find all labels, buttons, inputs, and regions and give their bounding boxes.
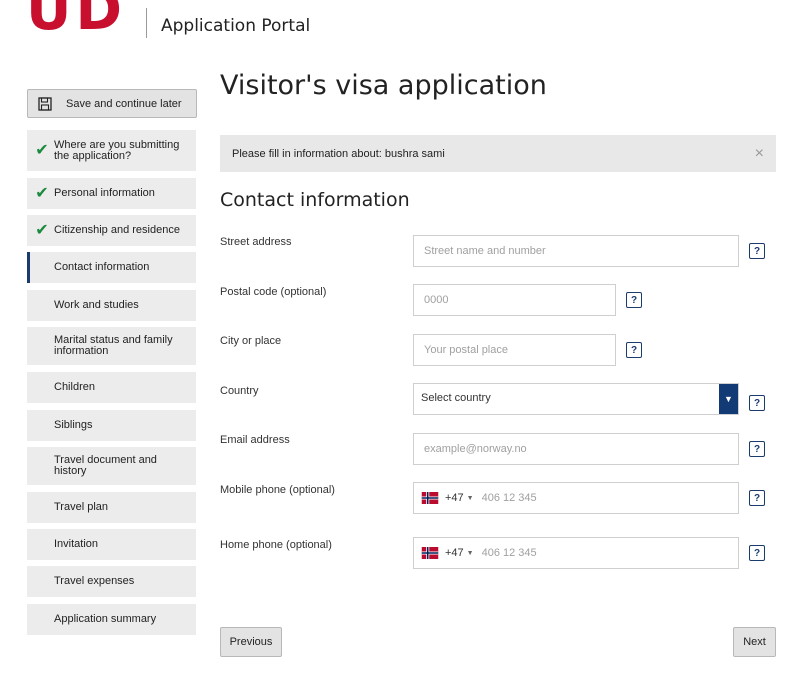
city-input[interactable] [413, 334, 616, 366]
info-notice: Please fill in information about: bushra… [220, 135, 776, 172]
header-divider [146, 8, 147, 38]
mobile-phone-field[interactable]: +47 ▼ [413, 482, 739, 514]
help-icon[interactable]: ? [626, 342, 642, 358]
street-address-input[interactable] [413, 235, 739, 267]
sidebar-item-application-summary[interactable]: Application summary [27, 604, 196, 635]
chevron-down-icon[interactable]: ▼ [467, 495, 474, 502]
floppy-disk-icon [38, 96, 52, 111]
home-phone-label: Home phone (optional) [220, 539, 332, 551]
close-icon[interactable]: × [755, 145, 764, 163]
previous-button[interactable]: Previous [220, 627, 282, 657]
sidebar-item-label: Children [54, 381, 95, 393]
sidebar-item-label: Travel document and history [54, 454, 157, 477]
sidebar-item-label: Where are you submitting the application… [54, 138, 180, 162]
save-button-label: Save and continue later [66, 97, 182, 110]
sidebar-item-travel-expenses[interactable]: Travel expenses [27, 566, 196, 597]
sidebar-item-marital-status[interactable]: Marital status and family information [27, 327, 196, 365]
norway-flag-icon[interactable] [421, 492, 439, 504]
email-label: Email address [220, 434, 290, 446]
sidebar-item-label: Siblings [54, 419, 93, 431]
help-icon[interactable]: ? [749, 441, 765, 457]
save-and-continue-button[interactable]: Save and continue later [27, 89, 197, 118]
help-icon[interactable]: ? [749, 490, 765, 506]
country-select[interactable]: Select country ▼ [413, 383, 739, 415]
sidebar-item-contact-information[interactable]: Contact information [27, 252, 196, 283]
mobile-phone-label: Mobile phone (optional) [220, 484, 335, 496]
udi-logo[interactable]: UDI [26, 0, 130, 36]
help-icon[interactable]: ? [626, 292, 642, 308]
sidebar-item-siblings[interactable]: Siblings [27, 410, 196, 441]
section-title: Contact information [220, 189, 410, 211]
help-icon[interactable]: ? [749, 395, 765, 411]
chevron-down-icon[interactable]: ▼ [467, 550, 474, 557]
postal-code-input[interactable] [413, 284, 616, 316]
page-title: Visitor's visa application [220, 70, 547, 101]
sidebar-item-label: Marital status and family information [54, 334, 173, 357]
sidebar-item-label: Travel plan [54, 501, 109, 513]
sidebar-item-label: Personal information [54, 187, 155, 199]
country-code[interactable]: +47 [445, 492, 464, 504]
checkmark-icon: ✔ [35, 142, 49, 159]
sidebar-item-citizenship[interactable]: ✔ Citizenship and residence [27, 215, 196, 246]
postal-code-label: Postal code (optional) [220, 286, 327, 298]
city-label: City or place [220, 335, 282, 347]
next-button[interactable]: Next [733, 627, 776, 657]
sidebar-item-personal-information[interactable]: ✔ Personal information [27, 178, 196, 209]
notice-text: Please fill in information about: bushra… [232, 147, 445, 160]
caret-down-icon[interactable]: ▼ [719, 384, 738, 414]
sidebar-item-children[interactable]: Children [27, 372, 196, 403]
checkmark-icon: ✔ [35, 185, 49, 202]
help-icon[interactable]: ? [749, 545, 765, 561]
home-phone-field[interactable]: +47 ▼ [413, 537, 739, 569]
country-selected-value: Select country [421, 392, 491, 404]
sidebar-item-label: Citizenship and residence [54, 224, 180, 236]
email-input[interactable] [413, 433, 739, 465]
street-address-label: Street address [220, 236, 292, 248]
sidebar-item-label: Contact information [54, 261, 150, 273]
country-label: Country [220, 385, 259, 397]
portal-title: Application Portal [161, 16, 311, 36]
sidebar-item-submission-location[interactable]: ✔ Where are you submitting the applicati… [27, 130, 196, 171]
sidebar-item-label: Application summary [54, 613, 157, 625]
sidebar-item-travel-plan[interactable]: Travel plan [27, 492, 196, 523]
sidebar-item-work-and-studies[interactable]: Work and studies [27, 290, 196, 321]
country-code[interactable]: +47 [445, 547, 464, 559]
norway-flag-icon[interactable] [421, 547, 439, 559]
checkmark-icon: ✔ [35, 222, 49, 239]
sidebar-item-travel-document[interactable]: Travel document and history [27, 447, 196, 485]
mobile-phone-input[interactable] [477, 492, 698, 504]
home-phone-input[interactable] [477, 547, 698, 559]
sidebar-item-label: Invitation [54, 538, 99, 550]
help-icon[interactable]: ? [749, 243, 765, 259]
sidebar-item-invitation[interactable]: Invitation [27, 529, 196, 560]
sidebar-item-label: Travel expenses [54, 575, 135, 587]
sidebar-item-label: Work and studies [54, 299, 139, 311]
